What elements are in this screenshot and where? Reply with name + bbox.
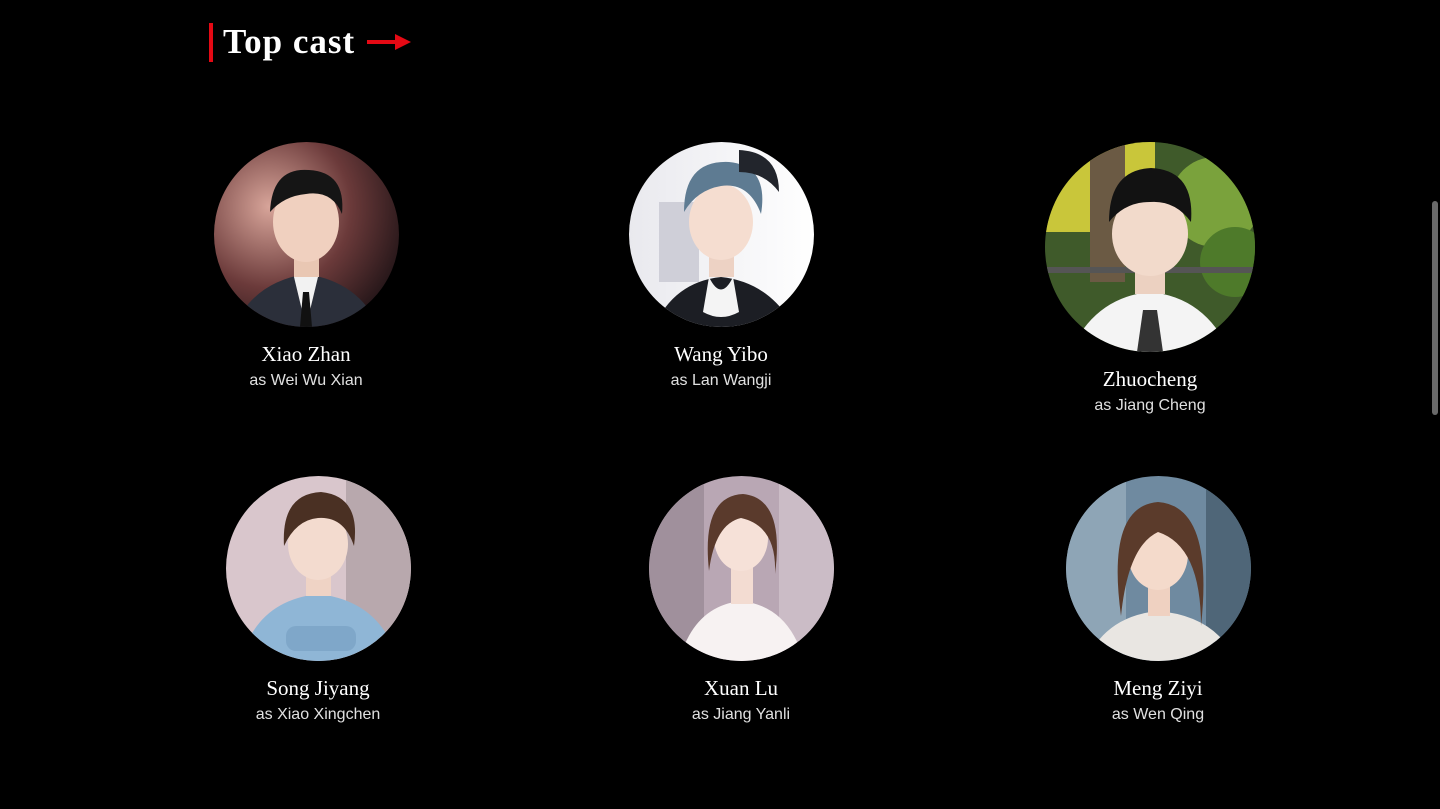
cast-card[interactable]: Zhuocheng as Jiang Cheng [1020, 142, 1280, 415]
arrow-right-icon[interactable] [367, 32, 412, 52]
top-cast-page: Top cast Xiao Zhan as Wei Wu Xian Wang Y… [0, 0, 1440, 809]
cast-name[interactable]: Wang Yibo [591, 342, 851, 366]
cast-photo[interactable] [225, 476, 411, 661]
cast-name[interactable]: Song Jiyang [188, 676, 448, 700]
cast-role: as Wen Qing [1111, 706, 1205, 723]
cast-card[interactable]: Wang Yibo as Lan Wangji [591, 142, 851, 390]
section-title: Top cast [223, 21, 356, 61]
cast-role: as Xiao Xingchen [255, 706, 381, 723]
cast-card[interactable]: Song Jiyang as Xiao Xingchen [188, 476, 448, 724]
cast-name[interactable]: Zhuocheng [1020, 367, 1280, 391]
cast-name[interactable]: Meng Ziyi [1028, 676, 1288, 700]
cast-name[interactable]: Xuan Lu [611, 676, 871, 700]
section-header: Top cast [209, 21, 412, 62]
cast-role: as Wei Wu Xian [249, 372, 363, 389]
cast-photo[interactable] [648, 476, 834, 661]
cast-role: as Jiang Cheng [1094, 397, 1206, 414]
cast-card[interactable]: Xuan Lu as Jiang Yanli [611, 476, 871, 724]
cast-card[interactable]: Xiao Zhan as Wei Wu Xian [176, 142, 436, 390]
cast-photo[interactable] [1045, 142, 1255, 352]
cast-card[interactable]: Meng Ziyi as Wen Qing [1028, 476, 1288, 724]
cast-photo[interactable] [628, 142, 814, 327]
cast-photo[interactable] [1065, 476, 1251, 661]
cast-name[interactable]: Xiao Zhan [176, 342, 436, 366]
cast-photo[interactable] [213, 142, 399, 327]
accent-bar [209, 22, 213, 62]
cast-role: as Lan Wangji [670, 372, 772, 389]
cast-role: as Jiang Yanli [691, 706, 791, 723]
scrollbar-thumb[interactable] [1432, 201, 1438, 415]
